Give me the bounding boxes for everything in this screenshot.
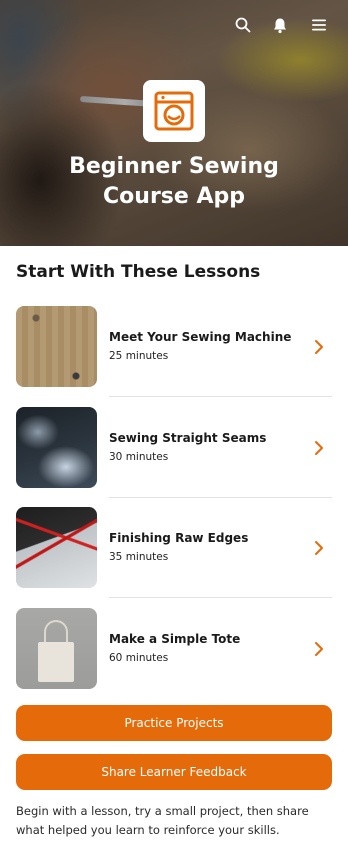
lesson-item-raw-edges[interactable]: Finishing Raw Edges 35 minutes [16, 507, 332, 598]
divider [109, 497, 332, 498]
sewing-machine-logo-icon [154, 91, 194, 131]
chevron-right-icon[interactable] [312, 640, 326, 658]
lesson-duration: 25 minutes [109, 350, 169, 362]
footer-text: Begin with a lesson, try a small project… [16, 804, 309, 837]
lesson-thumbnail [16, 306, 97, 387]
bell-icon[interactable] [269, 14, 291, 36]
menu-icon[interactable] [308, 14, 330, 36]
lesson-title: Meet Your Sewing Machine [109, 330, 292, 344]
hero-banner: Beginner Sewing Course App [0, 0, 348, 246]
tote-bag-decoration [38, 642, 74, 682]
chevron-right-icon[interactable] [312, 439, 326, 457]
divider [109, 396, 332, 397]
lesson-duration: 30 minutes [109, 451, 169, 463]
practice-projects-button[interactable]: Practice Projects [16, 705, 332, 741]
app-logo [143, 80, 205, 142]
share-feedback-button[interactable]: Share Learner Feedback [16, 754, 332, 790]
divider [109, 597, 332, 598]
search-icon[interactable] [232, 14, 254, 36]
chevron-right-icon[interactable] [312, 338, 326, 356]
lesson-thumbnail [16, 608, 97, 689]
lesson-duration: 35 minutes [109, 551, 169, 563]
lesson-title: Sewing Straight Seams [109, 431, 267, 445]
app-title: Beginner Sewing Course App [69, 154, 279, 209]
chevron-right-icon[interactable] [312, 539, 326, 557]
lesson-duration: 60 minutes [109, 652, 169, 664]
lesson-thumbnail [16, 407, 97, 488]
lesson-item-sewing-machine[interactable]: Meet Your Sewing Machine 25 minutes [16, 306, 332, 397]
lesson-item-simple-tote[interactable]: Make a Simple Tote 60 minutes [16, 608, 332, 690]
lesson-thumbnail [16, 507, 97, 588]
section-title: Start With These Lessons [16, 262, 261, 282]
lesson-title: Make a Simple Tote [109, 632, 241, 646]
lesson-item-straight-seams[interactable]: Sewing Straight Seams 30 minutes [16, 407, 332, 498]
lesson-title: Finishing Raw Edges [109, 531, 249, 545]
